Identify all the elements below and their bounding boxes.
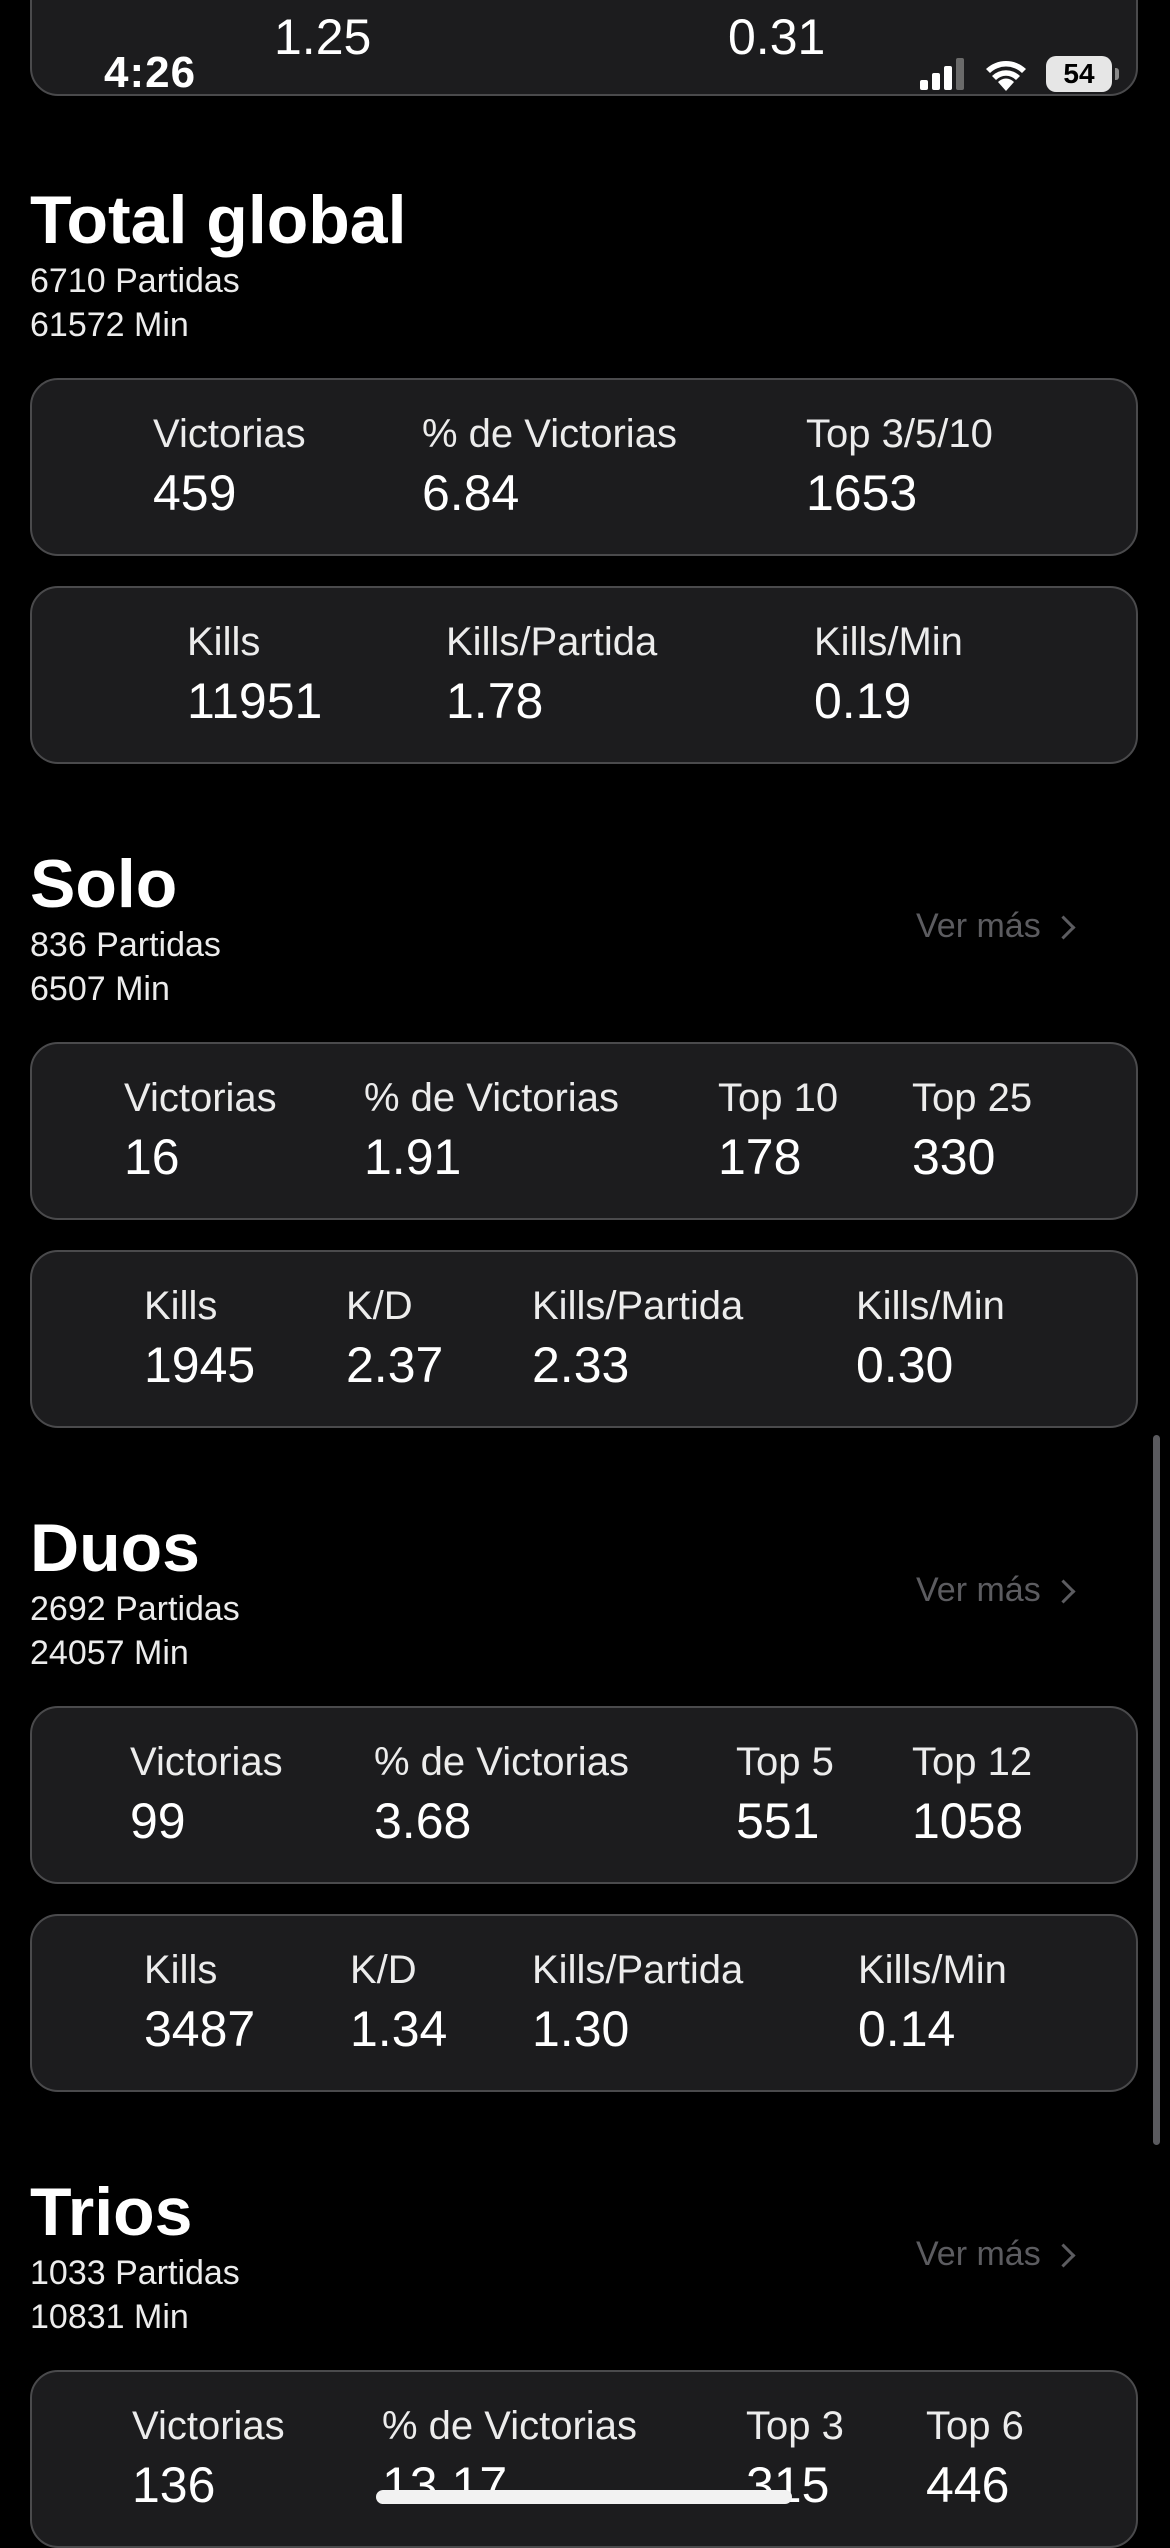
stat-top-12: Top 12 1058 [912,1740,1033,1849]
duos-ver-mas-link[interactable]: Ver más [916,1571,1076,1609]
vertical-scrollbar[interactable] [1153,1435,1160,2145]
stat-top-25: Top 25 330 [912,1076,1033,1185]
stat-kd: K/D 1.34 [350,1948,448,2057]
trios-partidas: 1033 Partidas [30,2254,240,2292]
stat-win-percentage: % de Victorias 6.84 [422,412,677,521]
stat-kills-per-min: Kills/Min 0.14 [858,1948,1007,2057]
trios-card-results: Victorias 136 % de Victorias 13.17 Top 3… [30,2370,1138,2548]
ver-mas-label: Ver más [916,907,1041,945]
stat-win-percentage: % de Victorias 3.68 [374,1740,629,1849]
solo-ver-mas-link[interactable]: Ver más [916,907,1076,945]
duos-card-kills: Kills 3487 K/D 1.34 Kills/Partida 1.30 K… [30,1914,1138,2092]
section-title-trios: Trios [30,2174,193,2250]
trios-minutes: 10831 Min [30,2298,189,2336]
stat-victorias: Victorias 99 [130,1740,283,1849]
total-global-card-kills: Kills 11951 Kills/Partida 1.78 Kills/Min… [30,586,1138,764]
stat-top: Top 3/5/10 1653 [806,412,993,521]
stat-win-percentage: % de Victorias 1.91 [364,1076,619,1185]
stat-kills: Kills 11951 [187,620,323,729]
total-global-minutes: 61572 Min [30,306,189,344]
solo-card-kills: Kills 1945 K/D 2.37 Kills/Partida 2.33 K… [30,1250,1138,1428]
stat-kills: Kills 3487 [144,1948,256,2057]
chevron-right-icon [1051,914,1076,940]
section-title-duos: Duos [30,1510,200,1586]
stat-victorias: Victorias 16 [124,1076,277,1185]
status-time: 4:26 [104,48,197,97]
duos-minutes: 24057 Min [30,1634,189,1672]
solo-card-results: Victorias 16 % de Victorias 1.91 Top 10 … [30,1042,1138,1220]
stat-top-10: Top 10 178 [718,1076,839,1185]
chevron-right-icon [1051,2242,1076,2268]
solo-partidas: 836 Partidas [30,926,221,964]
stat-kd: K/D 2.37 [346,1284,444,1393]
stat-top-5: Top 5 551 [736,1740,834,1849]
previous-stat-value: 1.25 [274,9,372,65]
duos-partidas: 2692 Partidas [30,1590,240,1628]
total-global-card-results: Victorias 459 % de Victorias 6.84 Top 3/… [30,378,1138,556]
wifi-icon [986,61,1026,91]
stat-kills-per-match: Kills/Partida 1.78 [446,620,658,729]
stat-kills-per-min: Kills/Min 0.30 [856,1284,1005,1393]
trios-ver-mas-link[interactable]: Ver más [916,2235,1076,2273]
chevron-right-icon [1051,1578,1076,1604]
stat-top-6: Top 6 446 [926,2404,1024,2513]
section-title-total-global: Total global [30,182,407,258]
previous-stat-value: 0.31 [728,9,826,65]
home-indicator[interactable] [376,2490,792,2504]
status-icons: 54 [920,54,1119,94]
duos-card-results: Victorias 99 % de Victorias 3.68 Top 5 5… [30,1706,1138,1884]
battery-icon: 54 [1046,56,1119,92]
stat-victorias: Victorias 136 [132,2404,285,2513]
ver-mas-label: Ver más [916,2235,1041,2273]
stat-kills: Kills 1945 [144,1284,256,1393]
stat-victorias: Victorias 459 [153,412,306,521]
section-title-solo: Solo [30,846,178,922]
total-global-partidas: 6710 Partidas [30,262,240,300]
solo-minutes: 6507 Min [30,970,170,1008]
ver-mas-label: Ver más [916,1571,1041,1609]
stat-kills-per-match: Kills/Partida 1.30 [532,1948,744,2057]
stat-kills-per-match: Kills/Partida 2.33 [532,1284,744,1393]
stat-kills-per-min: Kills/Min 0.19 [814,620,963,729]
cellular-signal-icon [920,58,964,90]
